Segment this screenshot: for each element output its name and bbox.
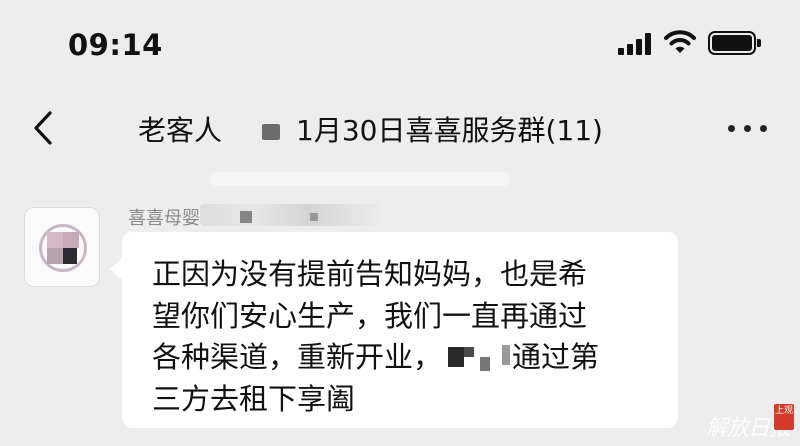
more-dots-icon[interactable] — [728, 125, 768, 135]
message-line: 三方去租下享阖 — [152, 381, 356, 416]
redaction-mosaic — [442, 343, 512, 371]
status-bar: 09:14 — [0, 0, 800, 90]
chat-title-main: 1月30日喜喜服务群(11) — [296, 114, 603, 147]
message-line: 望你们安心生产，我们一直再通过 — [152, 298, 588, 333]
message-line-end: 通过第 — [512, 340, 600, 374]
chat-title-prefix: 老客人 — [138, 114, 223, 147]
wifi-icon — [664, 30, 696, 53]
status-time: 09:14 — [68, 28, 163, 62]
message-line: 各种渠道，重新开业， 通过第 — [152, 337, 662, 379]
chevron-left-icon[interactable] — [30, 109, 60, 147]
signal-icon — [618, 33, 654, 55]
message-line: 正因为没有提前告知妈妈，也是希 — [152, 257, 588, 291]
message-text: 正因为没有提前告知妈妈，也是希 望你们安心生产，我们一直再通过 各种渠道，重新开… — [152, 254, 662, 420]
watermark-seal: 上观 — [774, 404, 794, 430]
message-bubble[interactable]: 正因为没有提前告知妈妈，也是希 望你们安心生产，我们一直再通过 各种渠道，重新开… — [110, 232, 678, 428]
battery-icon — [708, 31, 761, 55]
redaction-mark — [262, 124, 281, 140]
sender-name: 喜喜母婴 — [128, 208, 200, 229]
chat-header: 老客人 1月30日喜喜服务群(11) — [0, 95, 800, 170]
sender-avatar[interactable] — [24, 207, 100, 287]
sender-redaction — [200, 204, 380, 226]
faded-banner — [210, 172, 510, 186]
newspaper-watermark: 解放日报 上观 — [706, 404, 796, 442]
chat-title: 老客人 1月30日喜喜服务群(11) — [138, 109, 603, 149]
message-line-start: 各种渠道，重新开业， — [152, 340, 443, 374]
